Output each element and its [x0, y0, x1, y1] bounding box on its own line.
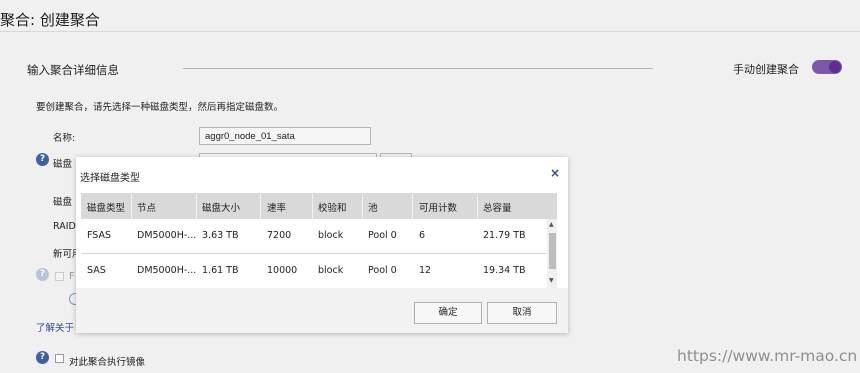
disk-count-label: 磁盘 — [53, 197, 73, 208]
table-row[interactable]: SAS DM5000H-... 1.61 TB 10000 block Pool… — [81, 253, 547, 288]
disk-type-table: 磁盘类型 节点 磁盘大小 速率 校验和 池 可用计数 总容量 FSAS DM50… — [81, 193, 557, 288]
column-header[interactable]: 磁盘类型 — [87, 200, 125, 214]
column-divider — [362, 193, 363, 219]
toggle-knob — [829, 61, 841, 73]
help-icon[interactable]: ? — [36, 153, 49, 166]
column-divider — [477, 193, 478, 219]
dialog-title: 选择磁盘类型 — [80, 173, 140, 184]
table-cell: 1.61 TB — [202, 265, 239, 276]
column-header[interactable]: 校验和 — [318, 200, 347, 214]
column-header[interactable]: 池 — [368, 200, 378, 214]
name-label: 名称: — [53, 133, 76, 144]
table-row[interactable]: FSAS DM5000H-... 3.63 TB 7200 block Pool… — [81, 219, 547, 253]
close-icon[interactable]: × — [550, 166, 560, 180]
table-cell: SAS — [87, 265, 106, 276]
table-cell: block — [318, 230, 344, 241]
column-divider — [312, 193, 313, 219]
table-cell: 12 — [419, 265, 432, 276]
help-icon[interactable]: ? — [36, 268, 49, 281]
ok-button[interactable]: 确定 — [414, 302, 482, 324]
manual-create-toggle[interactable] — [812, 60, 842, 74]
table-cell: 21.79 TB — [483, 230, 526, 241]
watermark-text: https://www.mr-mao.cn — [677, 347, 858, 365]
table-cell: Pool 0 — [368, 230, 397, 241]
header-divider — [0, 31, 860, 32]
column-header[interactable]: 可用计数 — [419, 200, 457, 214]
table-cell: FSAS — [87, 230, 112, 241]
table-cell: 3.63 TB — [202, 230, 239, 241]
section-divider — [183, 68, 653, 69]
table-cell: block — [318, 265, 344, 276]
manual-create-label: 手动创建聚合 — [733, 63, 799, 76]
option-label: F — [69, 271, 75, 282]
column-header[interactable]: 磁盘大小 — [202, 200, 240, 214]
table-cell: 6 — [419, 230, 426, 241]
table-header: 磁盘类型 节点 磁盘大小 速率 校验和 池 可用计数 总容量 — [81, 193, 557, 219]
column-divider — [412, 193, 413, 219]
column-header[interactable]: 速率 — [267, 200, 286, 214]
mirror-checkbox[interactable] — [55, 354, 64, 363]
aggregate-name-input[interactable] — [199, 127, 371, 145]
select-disk-type-dialog: 选择磁盘类型 × 磁盘类型 节点 磁盘大小 速率 校验和 池 可用计数 总容量 … — [76, 157, 568, 333]
scroll-up-icon[interactable]: ▲ — [549, 221, 554, 228]
scroll-down-icon[interactable]: ▼ — [549, 277, 554, 284]
mirror-label: 对此聚合执行镜像 — [69, 357, 146, 368]
table-cell: DM5000H-... — [137, 230, 197, 241]
table-scrollbar[interactable]: ▲ ▼ — [547, 219, 557, 288]
column-header[interactable]: 总容量 — [483, 200, 512, 214]
disk-type-label: 磁盘 — [53, 159, 73, 170]
table-cell: 7200 — [267, 230, 292, 241]
cancel-button[interactable]: 取消 — [487, 302, 557, 324]
raid-type-label: RAID — [53, 221, 76, 232]
learn-more-link[interactable]: 了解关于 — [36, 320, 74, 334]
column-divider — [131, 193, 132, 219]
table-cell: 10000 — [267, 265, 298, 276]
dialog-footer: 确定 取消 — [76, 288, 568, 333]
column-divider — [260, 193, 261, 219]
radio-edge-icon — [69, 293, 76, 305]
table-cell: DM5000H-... — [137, 265, 197, 276]
table-cell: 19.34 TB — [483, 265, 526, 276]
column-divider — [196, 193, 197, 219]
table-cell: Pool 0 — [368, 265, 397, 276]
page-title: 聚合: 创建聚合 — [0, 11, 100, 29]
option-checkbox[interactable] — [55, 272, 64, 281]
help-icon[interactable]: ? — [36, 351, 49, 364]
section-title: 输入聚合详细信息 — [27, 63, 119, 77]
intro-text: 要创建聚合，请先选择一种磁盘类型，然后再指定磁盘数。 — [36, 102, 284, 113]
column-header[interactable]: 节点 — [137, 200, 156, 214]
scrollbar-thumb[interactable] — [549, 233, 556, 269]
